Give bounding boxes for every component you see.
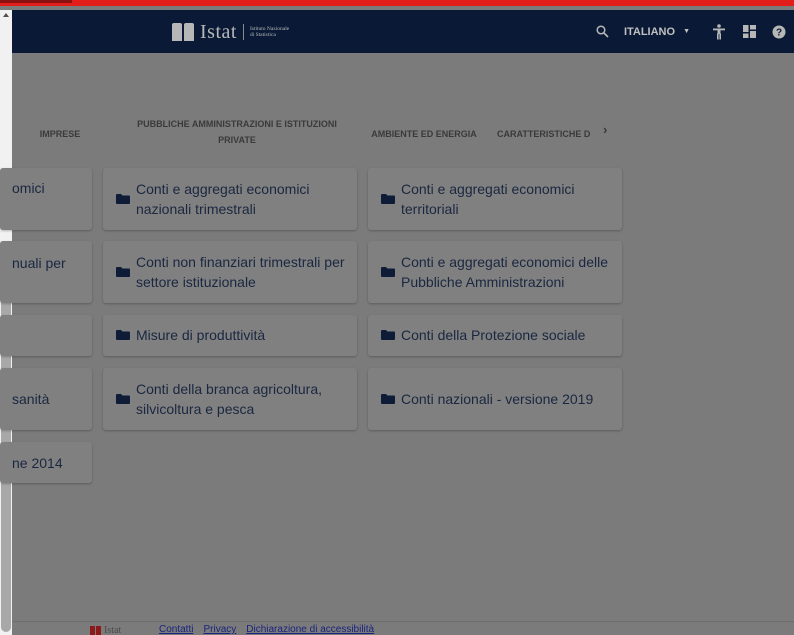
card-branca-agricoltura[interactable]: Conti della branca agricoltura, silvicol…: [103, 368, 357, 430]
card-partial-row3[interactable]: [0, 315, 92, 356]
card-misure-produttivita[interactable]: Misure di produttività: [103, 315, 357, 356]
card-conti-territoriali[interactable]: Conti e aggregati economici territoriali: [368, 168, 622, 230]
tab-imprese[interactable]: IMPRESE: [38, 126, 82, 142]
card-label: Conti e aggregati economici nazionali tr…: [136, 181, 310, 217]
card-label: ne 2014: [12, 455, 63, 471]
logo-wordmark: Istat: [200, 20, 237, 43]
logo-subtitle: Istituto Nazionale di Statistica: [249, 26, 290, 38]
footer-link-contatti[interactable]: Contatti: [159, 624, 193, 635]
folder-icon: [381, 267, 395, 277]
tab-ambiente-energia[interactable]: AMBIENTE ED ENERGIA: [368, 126, 480, 142]
footer-istat-logo[interactable]: Istat: [90, 625, 139, 635]
svg-text:?: ?: [776, 27, 782, 38]
help-icon[interactable]: ?: [764, 10, 794, 53]
footer-link-privacy[interactable]: Privacy: [203, 624, 236, 635]
card-label: omici: [12, 180, 45, 196]
card-label: Conti nazionali - versione 2019: [401, 391, 594, 407]
folder-icon: [116, 330, 130, 340]
caret-down-icon: ▼: [683, 28, 690, 35]
tab-caratteristiche[interactable]: CARATTERISTICHE D: [497, 126, 597, 142]
dashboard-icon[interactable]: [734, 10, 764, 53]
folder-icon: [381, 194, 395, 204]
card-versione-2014-partial[interactable]: ne 2014: [0, 442, 92, 483]
card-label: Conti della Protezione sociale: [401, 327, 586, 343]
search-icon[interactable]: [588, 10, 618, 53]
language-selector[interactable]: ITALIANO ▼: [624, 26, 690, 38]
card-conti-nazionali-trimestrali[interactable]: Conti e aggregati economici nazionali tr…: [103, 168, 357, 230]
card-label: Conti e aggregati economici delle Pubbli…: [401, 254, 609, 290]
folder-icon: [116, 194, 130, 204]
footer-link-accessibilita[interactable]: Dichiarazione di accessibilità: [246, 624, 374, 635]
folder-icon: [381, 330, 395, 340]
tabs-next-chevron-icon[interactable]: ›: [603, 122, 607, 137]
card-conti-nazionali-2019[interactable]: Conti nazionali - versione 2019: [368, 368, 622, 430]
site-footer: Istat Contatti Privacy Dichiarazione di …: [12, 621, 794, 635]
card-label: Misure di produttività: [136, 327, 266, 343]
card-label: Conti e aggregati economici territoriali: [401, 181, 575, 217]
folder-icon: [116, 394, 130, 404]
card-protezione-sociale[interactable]: Conti della Protezione sociale: [368, 315, 622, 356]
card-label: nuali per: [12, 255, 66, 271]
accessibility-icon[interactable]: [704, 10, 734, 53]
footer-logo-wordmark: Istat: [104, 625, 122, 635]
card-sanita-partial[interactable]: sanità: [0, 368, 92, 430]
folder-icon: [116, 267, 130, 277]
card-label: Conti non finanziari trimestrali per set…: [136, 254, 345, 290]
top-accent-bar: [0, 0, 794, 6]
scroll-up-arrow-icon[interactable]: [3, 13, 9, 17]
card-label: sanità: [12, 391, 50, 407]
tab-pubbliche-amministrazioni[interactable]: PUBBLICHE AMMINISTRAZIONI E ISTITUZIONI …: [126, 116, 348, 148]
card-label: Conti della branca agricoltura, silvicol…: [136, 381, 322, 417]
card-pubbliche-amministrazioni[interactable]: Conti e aggregati economici delle Pubbli…: [368, 241, 622, 303]
card-conti-annuali-partial[interactable]: nuali per: [0, 241, 92, 303]
card-conti-non-finanziari[interactable]: Conti non finanziari trimestrali per set…: [103, 241, 357, 303]
card-conti-economici-partial[interactable]: omici: [0, 168, 92, 230]
language-label: ITALIANO: [623, 25, 676, 38]
site-header: Istat Istituto Nazionale di Statistica I…: [0, 10, 794, 53]
istat-logo[interactable]: Istat Istituto Nazionale di Statistica: [172, 20, 290, 44]
folder-icon: [381, 394, 395, 404]
